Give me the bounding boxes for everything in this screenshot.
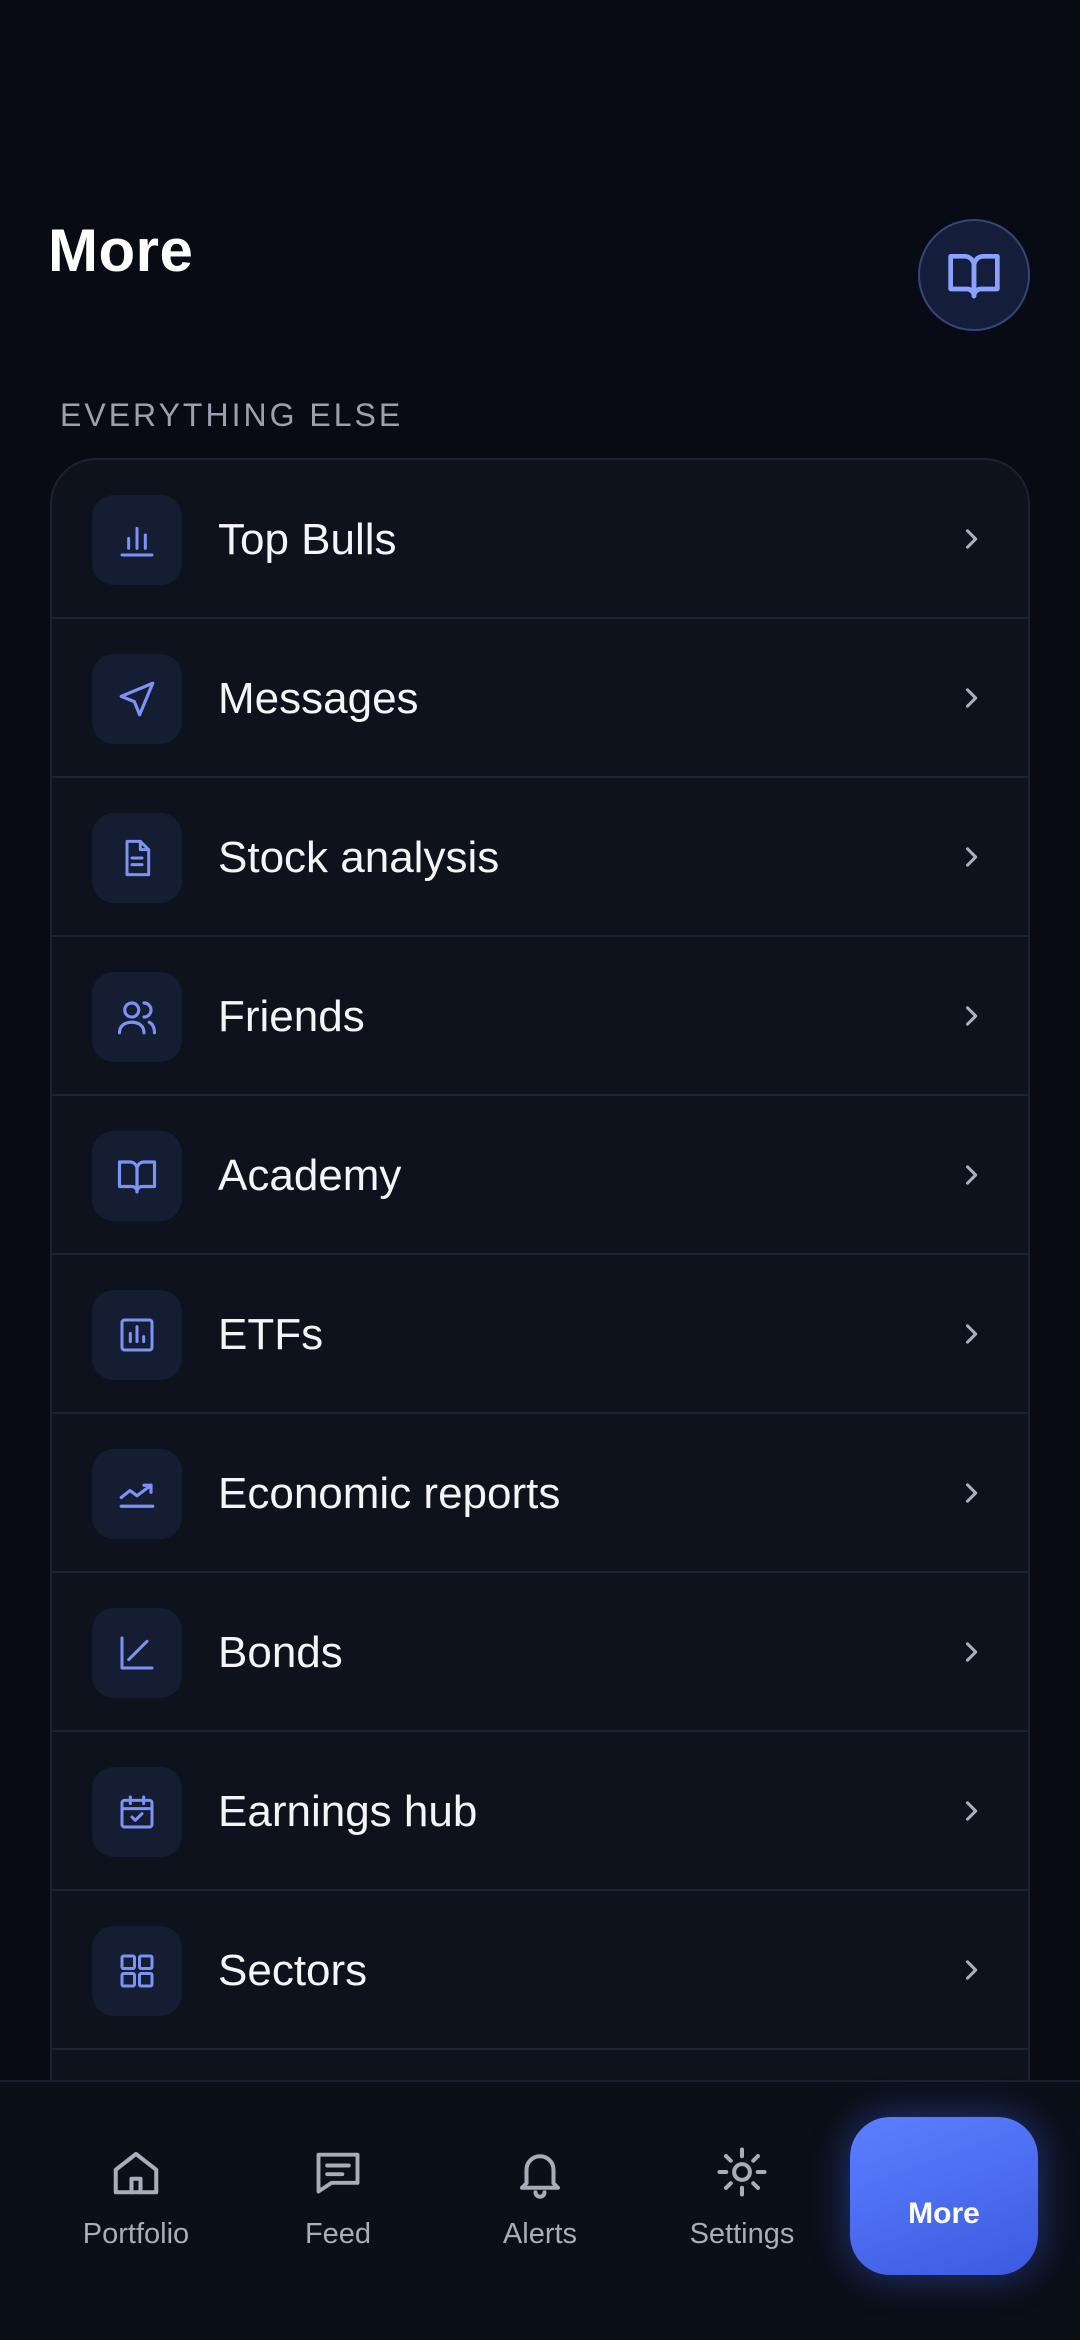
menu-item-label: ETFs: [218, 1310, 324, 1359]
menu-item-label: Bonds: [218, 1628, 343, 1677]
tab-label: More: [908, 2197, 980, 2230]
bottom-tab-bar: Portfolio Feed Alerts Settings More: [0, 2080, 1080, 2340]
line-chart-icon: [92, 1608, 182, 1698]
menu-item-label: Economic reports: [218, 1469, 561, 1518]
menu-item-sectors[interactable]: Sectors: [52, 1891, 1028, 2050]
menu-item-label: Stock analysis: [218, 833, 500, 882]
book-open-icon: [948, 253, 1000, 299]
menu-list: Top Bulls Messages Stock analysis Friend…: [50, 458, 1030, 2158]
menu-item-stock-analysis[interactable]: Stock analysis: [52, 778, 1028, 937]
book-icon: [92, 1131, 182, 1221]
academy-shortcut-button[interactable]: [918, 219, 1030, 331]
chevron-right-icon: [954, 1794, 988, 1828]
tab-more[interactable]: More: [850, 2117, 1038, 2275]
calendar-check-icon: [92, 1767, 182, 1857]
menu-item-messages[interactable]: Messages: [52, 619, 1028, 778]
menu-item-academy[interactable]: Academy: [52, 1096, 1028, 1255]
menu-item-label: Friends: [218, 992, 365, 1041]
menu-item-etfs[interactable]: ETFs: [52, 1255, 1028, 1414]
trend-line-icon: [92, 1449, 182, 1539]
bar-chart-icon: [92, 495, 182, 585]
menu-item-economic-reports[interactable]: Economic reports: [52, 1414, 1028, 1573]
sun-icon: [714, 2144, 770, 2200]
chart-box-icon: [92, 1290, 182, 1380]
bell-icon: [512, 2144, 568, 2200]
tab-label: Portfolio: [82, 2218, 190, 2250]
menu-item-label: Academy: [218, 1151, 402, 1200]
menu-item-friends[interactable]: Friends: [52, 937, 1028, 1096]
document-icon: [92, 813, 182, 903]
message-icon: [310, 2144, 366, 2200]
chevron-right-icon: [954, 999, 988, 1033]
tab-label: Feed: [304, 2218, 372, 2250]
chevron-right-icon: [954, 522, 988, 556]
grid-icon: [92, 1926, 182, 2016]
menu-item-earnings-hub[interactable]: Earnings hub: [52, 1732, 1028, 1891]
section-label: EVERYTHING ELSE: [60, 397, 404, 433]
menu-item-label: Earnings hub: [218, 1787, 478, 1836]
tab-label: Settings: [689, 2218, 795, 2250]
chevron-right-icon: [954, 1158, 988, 1192]
tab-settings[interactable]: Settings: [662, 2144, 822, 2264]
send-icon: [92, 654, 182, 744]
menu-item-label: Top Bulls: [218, 515, 397, 564]
chevron-right-icon: [954, 1317, 988, 1351]
users-icon: [92, 972, 182, 1062]
menu-item-top-bulls[interactable]: Top Bulls: [52, 460, 1028, 619]
page-title: More: [48, 217, 194, 284]
menu-item-label: Messages: [218, 674, 419, 723]
menu-item-bonds[interactable]: Bonds: [52, 1573, 1028, 1732]
chevron-right-icon: [954, 840, 988, 874]
tab-portfolio[interactable]: Portfolio: [56, 2144, 216, 2264]
chevron-right-icon: [954, 1635, 988, 1669]
chevron-right-icon: [954, 1953, 988, 1987]
chevron-right-icon: [954, 681, 988, 715]
tab-feed[interactable]: Feed: [258, 2144, 418, 2264]
chevron-right-icon: [954, 1476, 988, 1510]
menu-item-label: Sectors: [218, 1946, 368, 1995]
tab-alerts[interactable]: Alerts: [460, 2144, 620, 2264]
home-icon: [108, 2144, 164, 2200]
tab-label: Alerts: [502, 2218, 578, 2250]
